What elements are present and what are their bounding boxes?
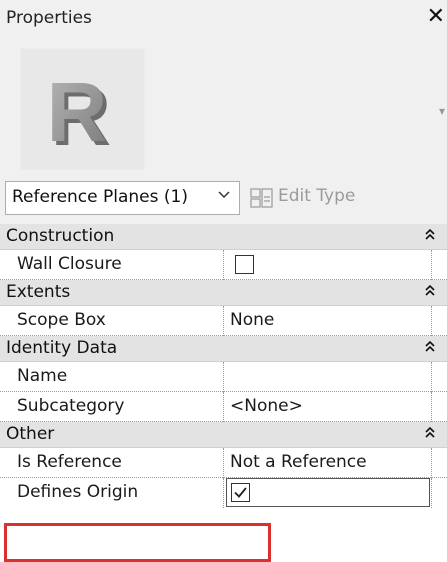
param-value-cell[interactable] xyxy=(226,478,431,508)
param-name: Wall Closure xyxy=(17,254,122,274)
grid-edge xyxy=(431,306,433,336)
category-identity-data[interactable]: Identity Data xyxy=(0,336,447,362)
param-row-wall-closure: Wall Closure xyxy=(0,250,447,280)
panel-title: Properties xyxy=(6,8,92,28)
param-name-cell: Scope Box xyxy=(0,306,224,336)
type-thumbnail: R R xyxy=(20,48,145,170)
param-row-scope-box: Scope Box None xyxy=(0,306,447,336)
type-selector-dropdown[interactable]: Reference Planes (1) xyxy=(5,181,240,215)
category-label: Identity Data xyxy=(6,338,118,358)
param-name: Name xyxy=(17,366,68,386)
collapse-icon[interactable] xyxy=(424,339,436,355)
grid-edge xyxy=(431,478,433,508)
collapse-icon[interactable] xyxy=(424,283,436,299)
edit-type-button[interactable]: Edit Type xyxy=(250,181,447,215)
param-name-cell: Is Reference xyxy=(0,448,224,478)
edit-type-label: Edit Type xyxy=(278,186,356,206)
param-row-defines-origin: Defines Origin xyxy=(0,478,447,508)
revit-logo-icon: R R xyxy=(47,65,112,163)
category-construction[interactable]: Construction xyxy=(0,224,447,250)
type-selector-value: Reference Planes (1) xyxy=(12,187,188,207)
grid-edge xyxy=(431,392,433,422)
category-label: Other xyxy=(6,424,55,444)
param-name-cell: Defines Origin xyxy=(0,478,224,508)
param-name-cell: Wall Closure xyxy=(0,250,224,280)
chevron-down-icon xyxy=(218,191,230,199)
highlight-box xyxy=(4,523,271,562)
param-value-cell[interactable] xyxy=(226,362,431,392)
edit-type-icon xyxy=(250,188,273,208)
param-value: None xyxy=(230,310,275,330)
grid-edge xyxy=(431,250,433,280)
category-label: Extents xyxy=(6,282,71,302)
type-preview-area: R R ▾ xyxy=(0,38,447,175)
defines-origin-edit-box[interactable] xyxy=(226,478,430,507)
properties-grid: Construction Wall Closure Extents Scope … xyxy=(0,224,447,508)
param-value-cell[interactable] xyxy=(226,250,431,280)
grid-edge xyxy=(431,362,433,392)
param-name: Subcategory xyxy=(17,396,125,416)
param-value-cell[interactable]: None xyxy=(226,306,431,336)
param-value-cell[interactable]: <None> xyxy=(226,392,431,422)
param-name-cell: Name xyxy=(0,362,224,392)
properties-panel: Properties ✕ R R ▾ Reference Planes (1) xyxy=(0,0,447,562)
title-bar: Properties ✕ xyxy=(0,0,447,38)
svg-text:R: R xyxy=(47,65,108,159)
category-extents[interactable]: Extents xyxy=(0,280,447,306)
type-selector-row: Reference Planes (1) Edit Type xyxy=(0,175,447,224)
param-name: Scope Box xyxy=(17,310,106,330)
wall-closure-checkbox[interactable] xyxy=(235,255,254,274)
param-name-cell: Subcategory xyxy=(0,392,224,422)
preview-dropdown-arrow-icon[interactable]: ▾ xyxy=(439,104,445,118)
param-value: <None> xyxy=(230,396,303,416)
param-value: Not a Reference xyxy=(230,452,367,472)
close-icon[interactable]: ✕ xyxy=(427,5,445,29)
param-row-name: Name xyxy=(0,362,447,392)
grid-edge xyxy=(431,448,433,478)
param-row-is-reference: Is Reference Not a Reference xyxy=(0,448,447,478)
param-name: Defines Origin xyxy=(17,482,139,502)
collapse-icon[interactable] xyxy=(424,425,436,441)
defines-origin-checkbox[interactable] xyxy=(231,483,250,502)
category-label: Construction xyxy=(6,226,115,246)
collapse-icon[interactable] xyxy=(424,227,436,243)
param-value-cell[interactable]: Not a Reference xyxy=(226,448,431,478)
param-row-subcategory: Subcategory <None> xyxy=(0,392,447,422)
param-name: Is Reference xyxy=(17,452,122,472)
category-other[interactable]: Other xyxy=(0,422,447,448)
checkmark-icon xyxy=(234,487,247,498)
